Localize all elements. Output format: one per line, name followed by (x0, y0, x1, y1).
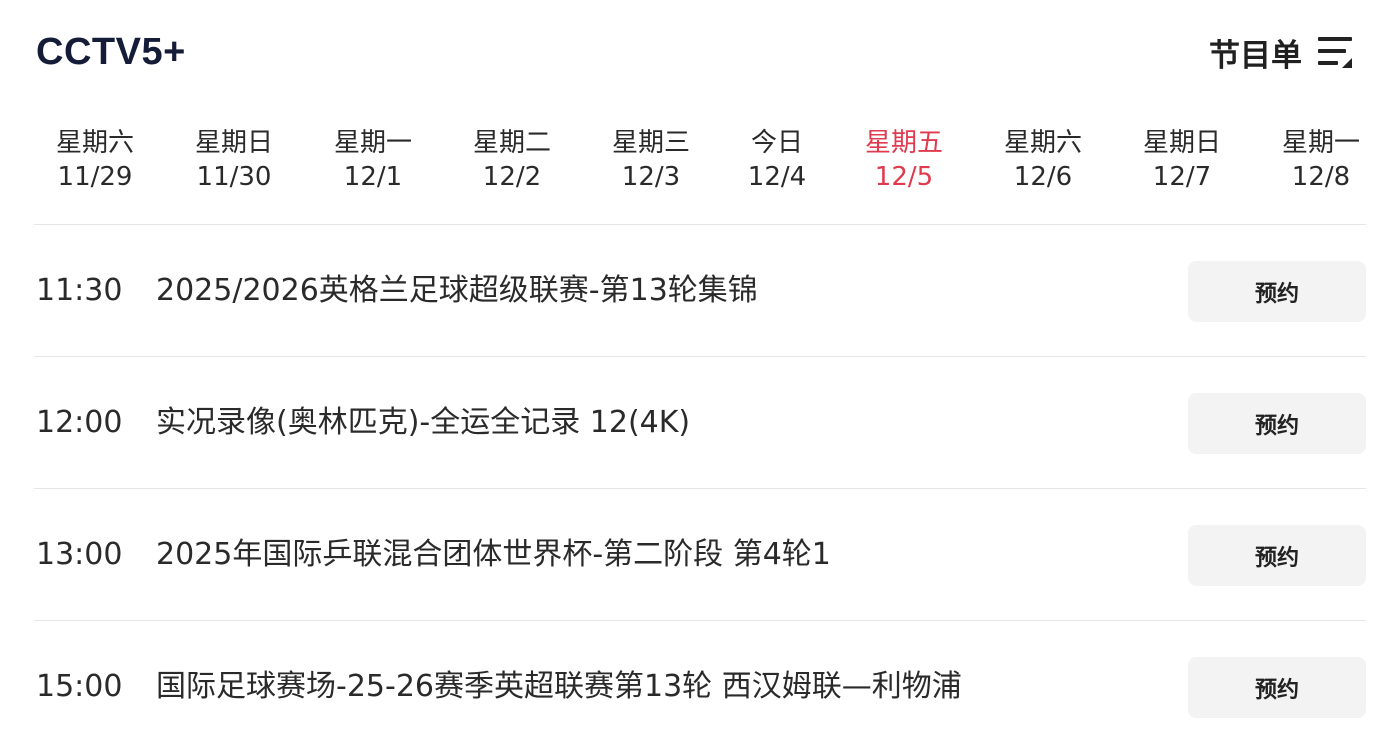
schedule-label: 节目单 (1209, 37, 1302, 74)
reserve-button[interactable]: 预约 (1188, 393, 1366, 454)
program-title[interactable]: 2025年国际乒联混合团体世界杯-第二阶段 第4轮1 (156, 535, 831, 575)
date-tab-date: 12/8 (1291, 162, 1351, 192)
date-tab-weekday: 星期一 (333, 128, 412, 158)
program-title[interactable]: 2025/2026英格兰足球超级联赛-第13轮集锦 (156, 271, 758, 311)
reserve-button[interactable]: 预约 (1188, 525, 1366, 586)
reserve-button[interactable]: 预约 (1188, 261, 1366, 322)
date-tab-date: 11/30 (196, 162, 272, 192)
program-list: 11:30 2025/2026英格兰足球超级联赛-第13轮集锦 预约 12:00… (34, 224, 1366, 752)
date-tab-selected[interactable]: 星期五 12/5 (834, 126, 974, 194)
channel-title: CCTV5+ (36, 30, 186, 73)
date-tab-date: 12/1 (343, 162, 403, 192)
date-tab-date: 11/29 (57, 162, 133, 192)
date-tab[interactable]: 星期一 12/8 (1251, 126, 1391, 194)
program-row: 11:30 2025/2026英格兰足球超级联赛-第13轮集锦 预约 (34, 224, 1366, 356)
date-tab-weekday: 星期日 (194, 128, 273, 158)
date-tab-weekday: 星期三 (611, 128, 690, 158)
date-tab[interactable]: 星期三 12/3 (581, 126, 721, 194)
date-tab[interactable]: 星期一 12/1 (303, 126, 443, 194)
date-selector: 星期六 11/29 星期日 11/30 星期一 12/1 星期二 12/2 星期… (25, 126, 1400, 198)
program-time: 15:00 (36, 669, 123, 704)
program-row: 15:00 国际足球赛场-25-26赛季英超联赛第13轮 西汉姆联—利物浦 预约 (34, 620, 1366, 752)
menu-lines-icon (1318, 37, 1352, 68)
date-tab-date: 12/7 (1152, 162, 1212, 192)
date-tab-date: 12/2 (482, 162, 542, 192)
date-tab[interactable]: 星期二 12/2 (442, 126, 582, 194)
date-tab-weekday: 星期二 (472, 128, 551, 158)
header: CCTV5+ 节目单 (36, 24, 1354, 80)
date-tab-today[interactable]: 今日 12/4 (707, 126, 847, 194)
program-title[interactable]: 国际足球赛场-25-26赛季英超联赛第13轮 西汉姆联—利物浦 (156, 667, 962, 707)
date-tab-weekday: 星期六 (1003, 128, 1082, 158)
date-tab-date: 12/3 (621, 162, 681, 192)
date-tab-weekday: 星期五 (864, 128, 943, 158)
date-tab[interactable]: 星期六 12/6 (973, 126, 1113, 194)
date-tab-date: 12/6 (1013, 162, 1073, 192)
program-row: 13:00 2025年国际乒联混合团体世界杯-第二阶段 第4轮1 预约 (34, 488, 1366, 620)
date-tab[interactable]: 星期日 12/7 (1112, 126, 1252, 194)
date-tab-date: 12/4 (747, 162, 807, 192)
date-tab-weekday: 今日 (750, 128, 803, 158)
program-row: 12:00 实况录像(奥林匹克)-全运全记录 12(4K) 预约 (34, 356, 1366, 488)
date-tab[interactable]: 星期六 11/29 (25, 126, 165, 194)
program-time: 13:00 (36, 537, 123, 572)
reserve-button[interactable]: 预约 (1188, 657, 1366, 718)
program-time: 12:00 (36, 405, 123, 440)
program-time: 11:30 (36, 273, 123, 308)
date-tab-weekday: 星期六 (55, 128, 134, 158)
date-tab[interactable]: 星期日 11/30 (164, 126, 304, 194)
schedule-menu-button[interactable]: 节目单 (1209, 30, 1354, 75)
date-tab-weekday: 星期一 (1281, 128, 1360, 158)
date-tab-weekday: 星期日 (1142, 128, 1221, 158)
program-title[interactable]: 实况录像(奥林匹克)-全运全记录 12(4K) (156, 403, 690, 443)
date-tab-date: 12/5 (874, 162, 934, 192)
